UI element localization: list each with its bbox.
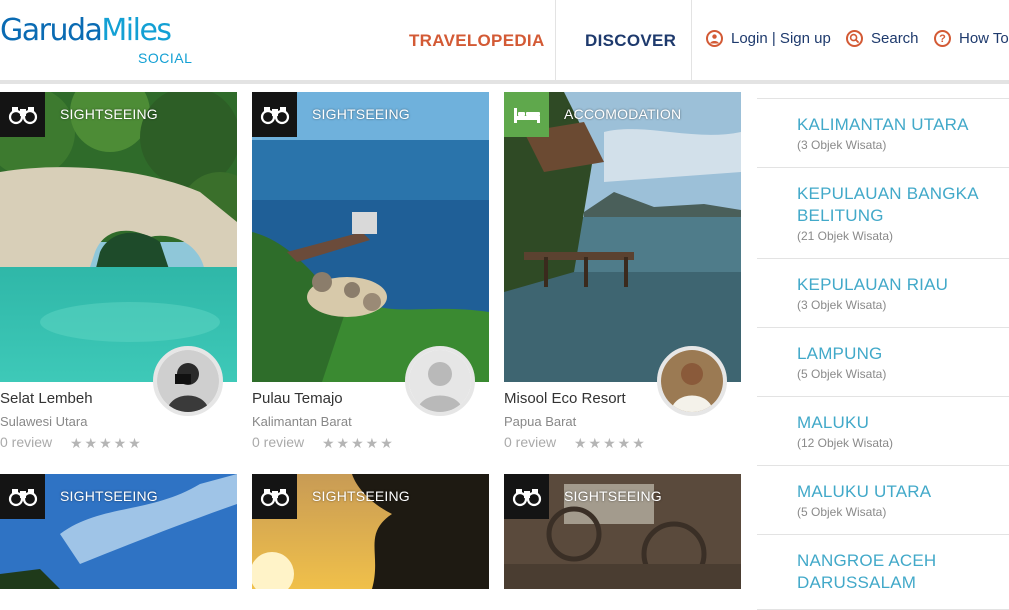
province-list: KALIMANTAN UTARA (3 Objek Wisata) KEPULA…: [757, 98, 1009, 610]
place-name[interactable]: Pulau Temajo: [252, 390, 343, 407]
nav-divider: [691, 0, 692, 80]
province-name[interactable]: KEPULAUAN BANGKA BELITUNG: [797, 183, 1009, 227]
place-name[interactable]: Misool Eco Resort: [504, 390, 626, 407]
province-count: (3 Objek Wisata): [797, 298, 887, 312]
place-card[interactable]: SIGHTSEEING: [0, 474, 237, 589]
user-icon: [706, 30, 723, 47]
province-name[interactable]: KALIMANTAN UTARA: [797, 114, 1009, 136]
province-count: (3 Objek Wisata): [797, 138, 887, 152]
nav-travelopedia[interactable]: TRAVELOPEDIA: [409, 31, 545, 51]
province-count: (12 Objek Wisata): [797, 436, 894, 450]
review-count[interactable]: 0 review: [504, 434, 556, 450]
category-label: SIGHTSEEING: [60, 106, 158, 122]
place-photo[interactable]: SIGHTSEEING: [504, 474, 741, 589]
province-name[interactable]: MALUKU UTARA: [797, 481, 1009, 503]
garudamiles-logo[interactable]: GarudaMiles SOCIAL: [0, 13, 192, 67]
howto-label: How To: [959, 30, 1009, 47]
binoculars-icon: [8, 488, 37, 506]
binoculars-icon: [512, 488, 541, 506]
place-region: Kalimantan Barat: [252, 414, 352, 429]
review-count[interactable]: 0 review: [252, 434, 304, 450]
province-item[interactable]: KALIMANTAN UTARA (3 Objek Wisata): [757, 99, 1009, 168]
nav-discover[interactable]: DISCOVER: [585, 31, 676, 51]
place-card[interactable]: ACCOMODATION Misool Eco Resort Papua Bar…: [504, 92, 741, 451]
question-icon: ?: [934, 30, 951, 47]
province-name[interactable]: LAMPUNG: [797, 343, 1009, 365]
place-region: Papua Barat: [504, 414, 577, 429]
site-header: GarudaMiles SOCIAL TRAVELOPEDIA DISCOVER…: [0, 0, 1009, 84]
place-photo[interactable]: ACCOMODATION: [504, 92, 741, 382]
bed-icon: [513, 107, 540, 123]
category-badge: [504, 92, 549, 137]
category-label: SIGHTSEEING: [312, 106, 410, 122]
place-card[interactable]: SIGHTSEEING: [252, 474, 489, 589]
nav-divider: [555, 0, 556, 80]
login-signup-label: Login | Sign up: [731, 30, 831, 47]
category-label: ACCOMODATION: [564, 106, 682, 122]
place-photo[interactable]: SIGHTSEEING: [0, 92, 237, 382]
province-name[interactable]: NANGROE ACEH DARUSSALAM: [797, 550, 1009, 594]
province-count: (5 Objek Wisata): [797, 367, 887, 381]
category-label: SIGHTSEEING: [60, 488, 158, 504]
place-photo[interactable]: SIGHTSEEING: [0, 474, 237, 589]
province-name[interactable]: KEPULAUAN RIAU: [797, 274, 1009, 296]
logo-subtitle: SOCIAL: [138, 50, 193, 66]
place-card[interactable]: SIGHTSEEING Selat Lembeh Sulawesi Utara …: [0, 92, 237, 451]
user-avatar[interactable]: [153, 346, 223, 416]
province-item[interactable]: LAMPUNG (5 Objek Wisata): [757, 328, 1009, 397]
search-icon: [846, 30, 863, 47]
default-avatar[interactable]: [405, 346, 475, 416]
category-label: SIGHTSEEING: [312, 488, 410, 504]
howto-link[interactable]: ? How To: [934, 30, 1009, 47]
search-label: Search: [871, 30, 919, 47]
login-signup-link[interactable]: Login | Sign up: [706, 30, 831, 47]
user-avatar[interactable]: [657, 346, 727, 416]
rating-stars: ★★★★★: [322, 435, 395, 451]
binoculars-icon: [8, 106, 37, 124]
logo-wordmark: GarudaMiles: [0, 13, 172, 48]
binoculars-icon: [260, 106, 289, 124]
province-item[interactable]: KEPULAUAN BANGKA BELITUNG (21 Objek Wisa…: [757, 168, 1009, 259]
province-item[interactable]: NANGROE ACEH DARUSSALAM: [757, 535, 1009, 610]
category-label: SIGHTSEEING: [564, 488, 662, 504]
province-item[interactable]: KEPULAUAN RIAU (3 Objek Wisata): [757, 259, 1009, 328]
category-badge: [0, 92, 45, 137]
province-item[interactable]: MALUKU UTARA (5 Objek Wisata): [757, 466, 1009, 535]
province-count: (5 Objek Wisata): [797, 505, 887, 519]
category-badge: [504, 474, 549, 519]
province-count: (21 Objek Wisata): [797, 229, 894, 243]
search-link[interactable]: Search: [846, 30, 919, 47]
review-count[interactable]: 0 review: [0, 434, 52, 450]
rating-stars: ★★★★★: [574, 435, 647, 451]
province-name[interactable]: MALUKU: [797, 412, 1009, 434]
place-name[interactable]: Selat Lembeh: [0, 390, 93, 407]
binoculars-icon: [260, 488, 289, 506]
category-badge: [252, 474, 297, 519]
category-badge: [0, 474, 45, 519]
province-item[interactable]: MALUKU (12 Objek Wisata): [757, 397, 1009, 466]
place-card[interactable]: SIGHTSEEING: [504, 474, 741, 589]
place-card[interactable]: SIGHTSEEING Pulau Temajo Kalimantan Bara…: [252, 92, 489, 451]
place-region: Sulawesi Utara: [0, 414, 88, 429]
place-photo[interactable]: SIGHTSEEING: [252, 92, 489, 382]
category-badge: [252, 92, 297, 137]
rating-stars: ★★★★★: [70, 435, 143, 451]
place-photo[interactable]: SIGHTSEEING: [252, 474, 489, 589]
